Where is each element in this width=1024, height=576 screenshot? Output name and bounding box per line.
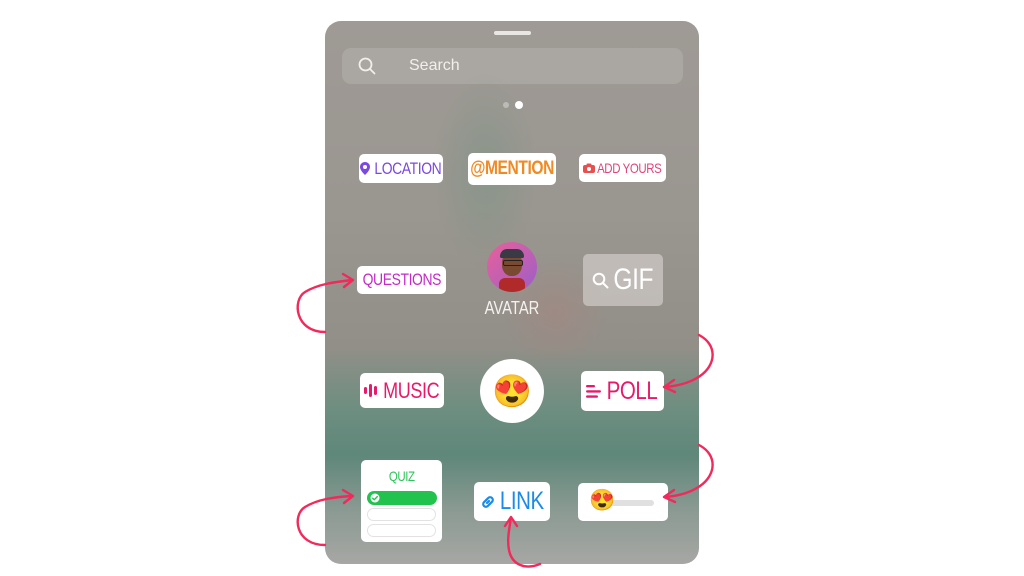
music-bars-icon [363,384,377,397]
sticker-tray: Search LOCATION @MENTION ADD YOURS QUEST… [325,21,699,564]
add-yours-sticker[interactable]: ADD YOURS [579,154,666,182]
questions-label: QUESTIONS [362,270,441,289]
link-sticker[interactable]: LINK [474,482,550,521]
questions-sticker[interactable]: QUESTIONS [357,266,446,294]
gif-sticker[interactable]: GIF [583,254,663,306]
check-icon [370,493,380,503]
quiz-sticker[interactable]: QUIZ [361,460,442,542]
mention-sticker[interactable]: @MENTION [468,153,556,185]
page-dot[interactable] [503,102,509,108]
emoji-reaction-sticker[interactable]: 😍 [480,359,544,426]
emoji-heart-eyes: 😍 [492,373,532,409]
location-sticker[interactable]: LOCATION [359,154,443,183]
poll-sticker[interactable]: POLL [581,371,664,411]
poll-lines-icon [586,384,602,398]
quiz-option[interactable] [367,524,436,537]
quiz-label: QUIZ [388,468,415,484]
quiz-option-correct[interactable] [367,491,437,505]
music-sticker[interactable]: MUSIC [360,373,444,408]
link-icon [481,495,494,508]
camera-icon [583,163,596,173]
mention-label: @MENTION [470,158,554,179]
page-indicator [503,101,523,109]
add-yours-label: ADD YOURS [597,160,662,176]
search-icon [592,272,609,288]
music-label: MUSIC [382,377,440,403]
search-placeholder: Search [409,57,460,74]
emoji-slider-sticker[interactable]: 😍 [578,483,668,521]
avatar-label: AVATAR [484,298,540,318]
link-label: LINK [499,487,544,515]
search-icon [358,57,376,75]
avatar-sticker[interactable]: AVATAR [477,242,547,322]
slider-emoji-thumb[interactable]: 😍 [589,490,615,511]
gif-label: GIF [613,263,654,296]
page-dot-active[interactable] [515,101,523,109]
search-input[interactable]: Search [342,48,683,84]
avatar-icon [487,242,537,292]
location-pin-icon [359,162,370,175]
quiz-option[interactable] [367,508,436,521]
drag-handle[interactable] [494,31,531,35]
poll-label: POLL [606,376,658,405]
location-label: LOCATION [374,158,441,178]
